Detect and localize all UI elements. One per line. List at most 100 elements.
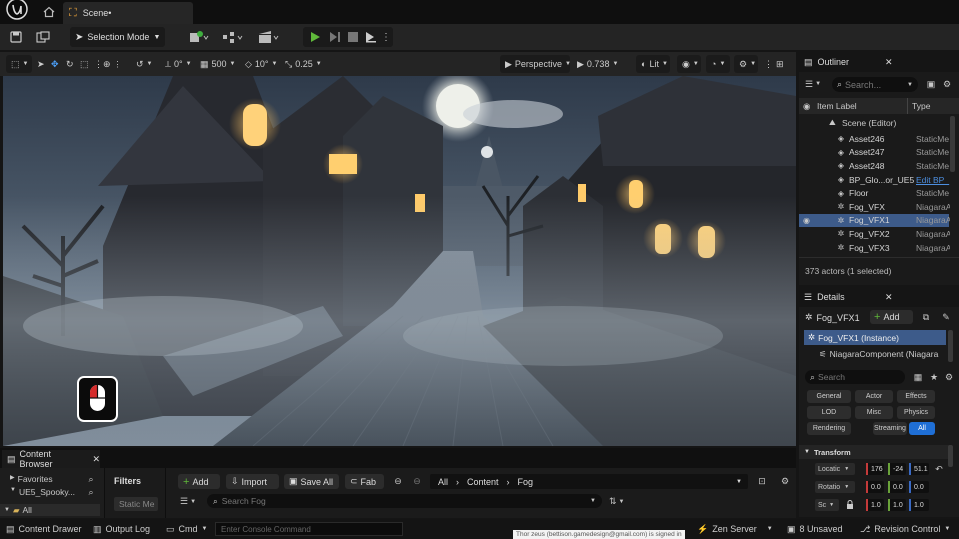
outliner-scene-root[interactable]: ⛰ Scene (Editor): [799, 116, 949, 129]
rotate-tool-icon[interactable]: ↻: [66, 55, 74, 73]
location-z-field[interactable]: 51.1: [909, 463, 929, 475]
import-button[interactable]: ⇩ Import: [226, 474, 279, 489]
scale-snap-control[interactable]: ⤡ 0.25 ▼: [285, 55, 322, 73]
revision-control-dropdown[interactable]: ⎇ Revision Control ▼: [860, 522, 950, 536]
filter-chip-physics[interactable]: Physics: [897, 406, 935, 419]
step-icon[interactable]: [327, 29, 343, 45]
outliner-row[interactable]: ✲ Fog_VFX3 NiagaraA: [799, 241, 950, 255]
save-all-button[interactable]: ▣ Save All: [284, 474, 339, 489]
filter-chip-streaming[interactable]: Streaming: [873, 422, 907, 435]
select-mode-icon[interactable]: ➤: [37, 55, 45, 73]
filter-chip[interactable]: Static Me: [114, 497, 158, 511]
forward-icon[interactable]: ⊖: [411, 475, 423, 488]
outliner-row[interactable]: ◈ BP_Glo...or_UE5 Edit BP_: [799, 173, 949, 187]
outliner-scrollbar[interactable]: [950, 116, 955, 172]
more-icon[interactable]: ⋮: [94, 55, 103, 73]
perspective-dropdown[interactable]: ▶ Perspective ▼: [500, 55, 571, 73]
chevron-down-icon[interactable]: ▼: [736, 479, 742, 485]
filter-chip-rendering[interactable]: Rendering: [807, 422, 851, 435]
folder-all[interactable]: ▼ ▰ All: [0, 504, 100, 516]
lit-dropdown[interactable]: ◐ Lit ▼: [636, 55, 670, 73]
zen-server-dropdown[interactable]: ⚡ Zen Server ▼: [697, 522, 773, 536]
cinematics-icon[interactable]: [256, 27, 282, 47]
move-tool-icon[interactable]: ✥: [51, 55, 59, 73]
column-type[interactable]: Type: [912, 101, 930, 111]
settings-dropdown[interactable]: ⚙ ▼: [734, 55, 758, 73]
blueprint-convert-icon[interactable]: ⧉: [919, 310, 933, 324]
close-icon[interactable]: ✕: [885, 57, 893, 68]
eye-icon[interactable]: ◉: [803, 216, 810, 225]
layout-icon[interactable]: ⊞: [776, 55, 784, 73]
rotation-dropdown[interactable]: Rotatio ▼: [815, 481, 855, 493]
output-log-button[interactable]: ▥ Output Log: [93, 522, 150, 536]
tab-content-browser[interactable]: ▤ Content Browser ✕: [2, 449, 100, 469]
outliner-row[interactable]: ✲ Fog_VFX2 NiagaraA: [799, 227, 950, 241]
breadcrumb-all[interactable]: All: [438, 477, 448, 487]
rotation-y-field[interactable]: 0.0: [888, 481, 906, 493]
scale-dropdown[interactable]: Sc ▼: [815, 499, 839, 511]
outliner-row[interactable]: ◈ Floor StaticMe: [799, 186, 949, 200]
surface-snap-icon[interactable]: ↺ ▼: [136, 55, 153, 73]
project-header[interactable]: ▼ UE5_Spooky...: [10, 487, 75, 497]
breadcrumb-fog[interactable]: Fog: [518, 477, 534, 487]
console-command-input[interactable]: Enter Console Command: [215, 522, 403, 536]
close-icon[interactable]: ✕: [885, 292, 893, 303]
favorites-header[interactable]: ▶ Favorites: [10, 474, 53, 484]
lock-icon[interactable]: ⊡: [756, 475, 768, 488]
filter-dropdown[interactable]: ☰ ▼: [805, 77, 827, 91]
unsaved-button[interactable]: ▣ 8 Unsaved: [787, 522, 843, 536]
details-search-input[interactable]: ⌕ Search: [805, 370, 905, 384]
star-icon[interactable]: ★: [928, 370, 940, 384]
camera-speed-control[interactable]: ▶ 0.738 ▼: [577, 55, 618, 73]
details-scrollbar[interactable]: [948, 445, 953, 467]
search-icon[interactable]: ⌕: [86, 474, 96, 484]
world-space-icon[interactable]: ⊕ ⋮: [103, 55, 122, 73]
gear-icon[interactable]: ⚙: [779, 475, 791, 488]
performance-dropdown[interactable]: ◔ ▼: [706, 55, 730, 73]
level-viewport[interactable]: [3, 76, 796, 446]
scale-tool-icon[interactable]: ⬚: [80, 55, 89, 73]
reset-icon[interactable]: ↶: [933, 463, 945, 475]
rotation-x-field[interactable]: 0.0: [866, 481, 884, 493]
component-scrollbar[interactable]: [948, 330, 953, 362]
outliner-row[interactable]: ◈ Asset248 StaticMe: [799, 159, 949, 173]
outliner-row[interactable]: ◈ Asset247 StaticMe: [799, 146, 949, 160]
gear-icon[interactable]: ⚙: [943, 370, 955, 384]
more-options-icon[interactable]: ⋮: [381, 29, 391, 45]
outliner-row[interactable]: ✲ Fog_VFX NiagaraA: [799, 200, 950, 214]
transform-tools-dropdown[interactable]: ⬚ ▼: [6, 55, 32, 73]
rotation-z-field[interactable]: 0.0: [909, 481, 929, 493]
transform-section-header[interactable]: ▼ Transform: [799, 445, 951, 459]
breadcrumb-content[interactable]: Content: [467, 477, 499, 487]
filter-chip-misc[interactable]: Misc: [855, 406, 893, 419]
outliner-row[interactable]: ◈ Asset246 StaticMe: [799, 132, 949, 146]
outliner-row-type[interactable]: Edit BP_: [916, 175, 950, 185]
outliner-search-input[interactable]: ⌕ Search... ▼: [832, 77, 918, 92]
angle-snap-control[interactable]: ◇ 10° ▼: [245, 55, 278, 73]
selection-mode-dropdown[interactable]: ➤ Selection Mode ▼: [70, 27, 165, 47]
component-instance-row[interactable]: ✲ Fog_VFX1 (Instance): [804, 330, 946, 345]
component-row[interactable]: ⚟ NiagaraComponent (Niagara: [819, 347, 949, 361]
filter-chip-general[interactable]: General: [807, 390, 851, 403]
sort-dropdown[interactable]: ⇅ ▼: [609, 495, 631, 508]
fab-button[interactable]: ⊂ Fab: [345, 474, 384, 489]
column-item-label[interactable]: Item Label: [817, 101, 857, 111]
show-flags-dropdown[interactable]: ◉ ▼: [677, 55, 701, 73]
add-actor-icon[interactable]: [186, 27, 212, 47]
tab-scene[interactable]: ⛶ Scene•: [63, 2, 193, 24]
edit-icon[interactable]: ✎: [939, 310, 953, 324]
lock-icon[interactable]: [844, 499, 856, 511]
scale-z-field[interactable]: 1.0: [909, 499, 929, 511]
grid-snap-control[interactable]: ▦ 500 ▼: [200, 55, 236, 73]
location-x-field[interactable]: 176: [866, 463, 884, 475]
search-icon[interactable]: ⌕: [86, 487, 96, 497]
filter-chip-effects[interactable]: Effects: [897, 390, 935, 403]
table-view-icon[interactable]: ▦: [912, 370, 924, 384]
filter-chip-lod[interactable]: LOD: [807, 406, 851, 419]
add-component-button[interactable]: + Add: [870, 310, 913, 324]
play-icon[interactable]: [307, 29, 323, 45]
actor-name-field[interactable]: ✲ Fog_VFX1: [805, 310, 860, 325]
rotation-snap-control[interactable]: ⟂ 0° ▼: [165, 55, 192, 73]
outliner-row[interactable]: ◉ ✲ Fog_VFX1 NiagaraA: [799, 213, 950, 228]
cmd-dropdown[interactable]: ▭ Cmd ▼: [166, 522, 207, 536]
